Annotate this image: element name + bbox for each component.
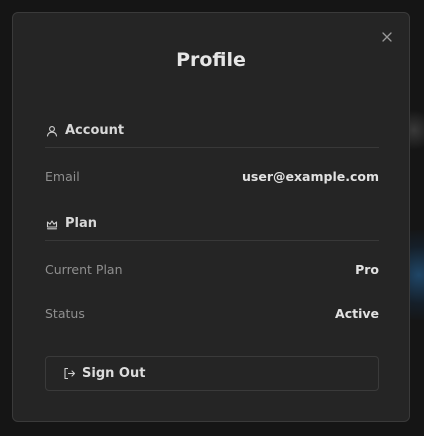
current-plan-label: Current Plan bbox=[45, 261, 123, 277]
email-label: Email bbox=[45, 168, 80, 184]
email-value: user@example.com bbox=[242, 168, 379, 184]
dialog-title: Profile bbox=[176, 49, 246, 71]
plan-section-header: Plan bbox=[45, 207, 379, 241]
sign-out-button[interactable]: Sign Out bbox=[45, 356, 379, 391]
current-plan-row: Current Plan Pro bbox=[45, 259, 379, 279]
account-heading: Account bbox=[65, 123, 125, 138]
close-button[interactable] bbox=[379, 29, 395, 45]
status-row: Status Active bbox=[45, 303, 379, 323]
close-icon bbox=[382, 32, 392, 42]
current-plan-value: Pro bbox=[355, 261, 379, 277]
sign-out-icon bbox=[62, 367, 76, 381]
sign-out-label: Sign Out bbox=[82, 366, 146, 381]
email-row: Email user@example.com bbox=[45, 166, 379, 186]
account-section-header: Account bbox=[45, 114, 379, 148]
status-label: Status bbox=[45, 305, 85, 321]
user-icon bbox=[45, 124, 59, 138]
crown-icon bbox=[45, 217, 59, 231]
profile-dialog: Profile Account Email user@example.com P… bbox=[12, 12, 410, 422]
status-value: Active bbox=[335, 305, 379, 321]
plan-heading: Plan bbox=[65, 216, 98, 231]
